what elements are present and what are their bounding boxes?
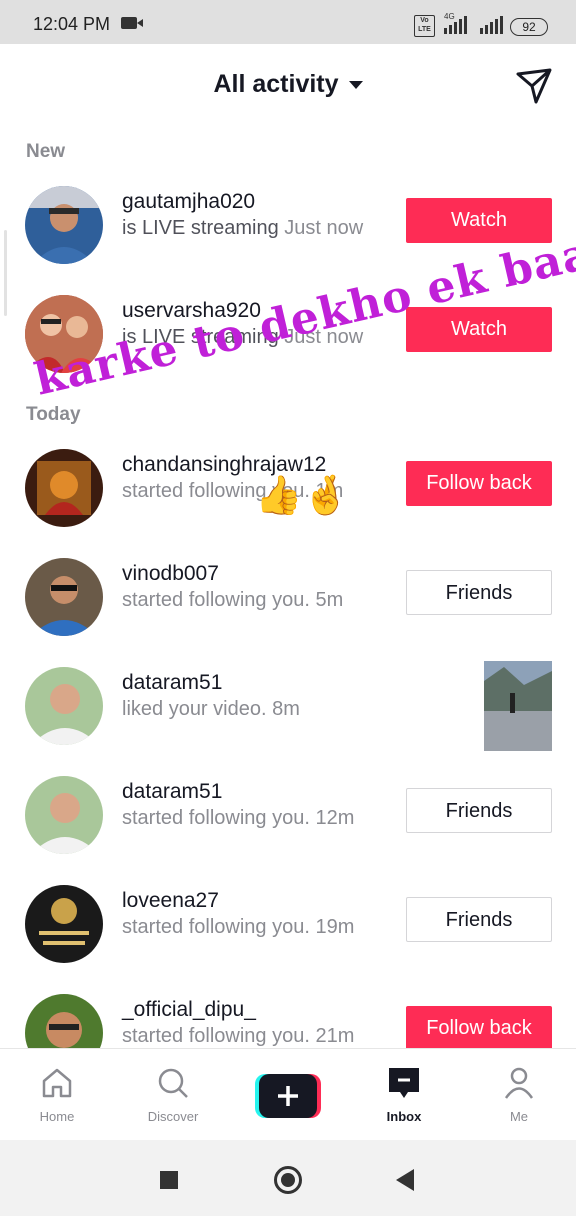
profile-icon [504, 1067, 534, 1099]
username[interactable]: vinodb007 [122, 562, 219, 586]
friends-button[interactable]: Friends [406, 570, 552, 615]
username[interactable]: dataram51 [122, 671, 222, 695]
watch-button[interactable]: Watch [406, 198, 552, 243]
overlay-emoji: 👍🤞 [255, 475, 350, 517]
tab-label: Discover [147, 1109, 199, 1124]
avatar[interactable] [25, 885, 103, 963]
username[interactable]: dataram51 [122, 780, 222, 804]
avatar[interactable] [25, 994, 103, 1048]
system-nav-bar [0, 1140, 576, 1216]
avatar[interactable] [25, 449, 103, 527]
direct-message-icon[interactable] [514, 66, 554, 106]
caret-down-icon [348, 81, 363, 90]
status-bar: 12:04 PM Vo LTE 4G 92 [0, 0, 576, 44]
activity-filter-dropdown[interactable]: All activity [0, 70, 576, 99]
video-thumbnail[interactable] [484, 661, 552, 751]
activity-row[interactable]: dataram51 liked your video. 8m [0, 661, 576, 751]
follow-back-button[interactable]: Follow back [406, 461, 552, 506]
tab-label: Me [509, 1109, 529, 1124]
page-title: All activity [213, 70, 339, 98]
activity-text: started following you. 21m [122, 1025, 355, 1047]
home-icon [42, 1068, 72, 1098]
signal-icon-2 [480, 16, 504, 34]
activity-row[interactable]: dataram51 started following you. 12m Fri… [0, 770, 576, 860]
battery-indicator: 92 [510, 18, 548, 36]
section-today: Today [26, 404, 81, 425]
tab-discover[interactable]: Discover [123, 1049, 223, 1141]
activity-text: started following you. 5m [122, 589, 344, 611]
activity-text: is LIVE streaming Just now [122, 217, 364, 239]
signal-icon [444, 16, 470, 34]
avatar[interactable] [25, 186, 103, 264]
bottom-tab-bar: Home Discover Inbox Me [0, 1048, 576, 1141]
search-icon [158, 1068, 188, 1098]
inbox-icon [389, 1068, 419, 1098]
tab-home[interactable]: Home [7, 1049, 107, 1141]
activity-text: started following you. 19m [122, 916, 355, 938]
create-icon[interactable] [255, 1074, 321, 1118]
avatar[interactable] [25, 558, 103, 636]
friends-button[interactable]: Friends [406, 788, 552, 833]
avatar[interactable] [25, 776, 103, 854]
username[interactable]: _official_dipu_ [122, 998, 256, 1022]
username[interactable]: gautamjha020 [122, 190, 255, 214]
back-icon[interactable] [396, 1169, 414, 1191]
header: All activity [0, 44, 576, 126]
home-nav-icon[interactable] [274, 1166, 302, 1194]
tab-inbox[interactable]: Inbox [354, 1049, 454, 1141]
status-time: 12:04 PM [33, 14, 111, 34]
tab-me[interactable]: Me [469, 1049, 569, 1141]
volte-icon: Vo LTE [414, 15, 435, 37]
tab-label: Home [39, 1109, 75, 1124]
activity-row[interactable]: vinodb007 started following you. 5m Frie… [0, 552, 576, 642]
activity-text: started following you. 12m [122, 807, 355, 829]
friends-button[interactable]: Friends [406, 897, 552, 942]
activity-row[interactable]: loveena27 started following you. 19m Fri… [0, 879, 576, 969]
username[interactable]: loveena27 [122, 889, 219, 913]
tab-label: Inbox [386, 1109, 422, 1124]
follow-back-button[interactable]: Follow back [406, 1006, 552, 1048]
activity-row[interactable]: _official_dipu_ started following you. 2… [0, 988, 576, 1048]
video-record-icon [121, 17, 143, 29]
section-new: New [26, 141, 66, 162]
recents-icon[interactable] [160, 1171, 178, 1189]
avatar[interactable] [25, 667, 103, 745]
activity-text: liked your video. 8m [122, 698, 300, 720]
